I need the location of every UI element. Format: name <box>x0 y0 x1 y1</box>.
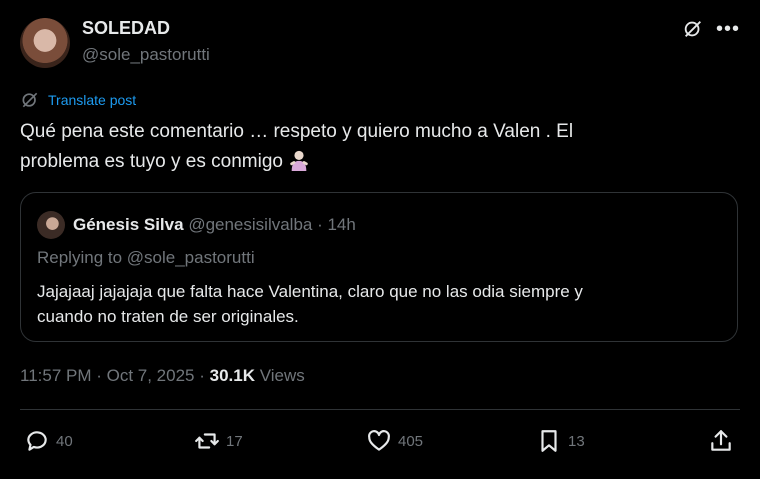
quoted-avatar[interactable] <box>37 211 65 239</box>
translate-post-link[interactable]: Translate post <box>20 90 136 110</box>
post-text-line2: problema es tuyo y es conmigo <box>20 151 283 172</box>
reply-icon <box>27 431 47 451</box>
quoted-header: Génesis Silva @genesisilvalba · 14h <box>73 215 356 235</box>
reply-count: 40 <box>56 432 73 450</box>
author-name[interactable]: SOLEDAD <box>82 18 170 39</box>
quoted-replying-to: Replying to @sole_pastorutti <box>37 248 255 267</box>
grok-icon[interactable] <box>682 18 704 40</box>
bookmark-icon <box>541 430 557 452</box>
like-icon <box>368 430 390 451</box>
repost-count: 17 <box>226 432 243 450</box>
reply-button[interactable]: 40 <box>24 424 73 458</box>
quoted-meta: @genesisilvalba · 14h <box>188 215 356 234</box>
author-avatar[interactable] <box>20 18 70 68</box>
translate-label: Translate post <box>48 92 137 108</box>
more-icon[interactable]: ••• <box>716 18 739 40</box>
like-count: 405 <box>398 432 424 450</box>
translate-icon <box>22 92 38 108</box>
share-button[interactable] <box>708 424 734 458</box>
views-label: Views <box>254 366 305 385</box>
repost-button[interactable]: 17 <box>194 424 243 458</box>
quoted-text: Jajajaaj jajajaja que falta hace Valenti… <box>37 279 717 329</box>
views-count: 30.1K <box>209 366 255 385</box>
post-text: Qué pena este comentario … respeto y qui… <box>20 117 740 177</box>
quoted-name[interactable]: Génesis Silva <box>73 215 184 234</box>
post-meta: 11:57 PM · Oct 7, 2025 · 30.1K Views <box>20 366 305 386</box>
bookmark-count: 13 <box>568 432 585 450</box>
share-icon <box>711 430 731 451</box>
divider <box>20 409 740 410</box>
like-button[interactable]: 405 <box>366 424 423 458</box>
quoted-post[interactable]: Génesis Silva @genesisilvalba · 14h Repl… <box>20 192 738 342</box>
repost-icon <box>195 433 219 449</box>
woman-gesturing-emoji <box>290 150 309 171</box>
timestamp[interactable]: 11:57 PM · Oct 7, 2025 · <box>20 366 210 385</box>
bookmark-button[interactable]: 13 <box>536 424 585 458</box>
author-handle[interactable]: @sole_pastorutti <box>82 45 210 65</box>
quoted-text-line2: cuando no traten de ser originales. <box>37 307 299 326</box>
quoted-text-line1: Jajajaaj jajajaja que falta hace Valenti… <box>37 282 583 301</box>
post-text-line2-wrap: problema es tuyo y es conmigo <box>20 147 740 177</box>
post-text-line1: Qué pena este comentario … respeto y qui… <box>20 121 574 142</box>
action-bar: 40 17 405 13 <box>20 424 740 458</box>
